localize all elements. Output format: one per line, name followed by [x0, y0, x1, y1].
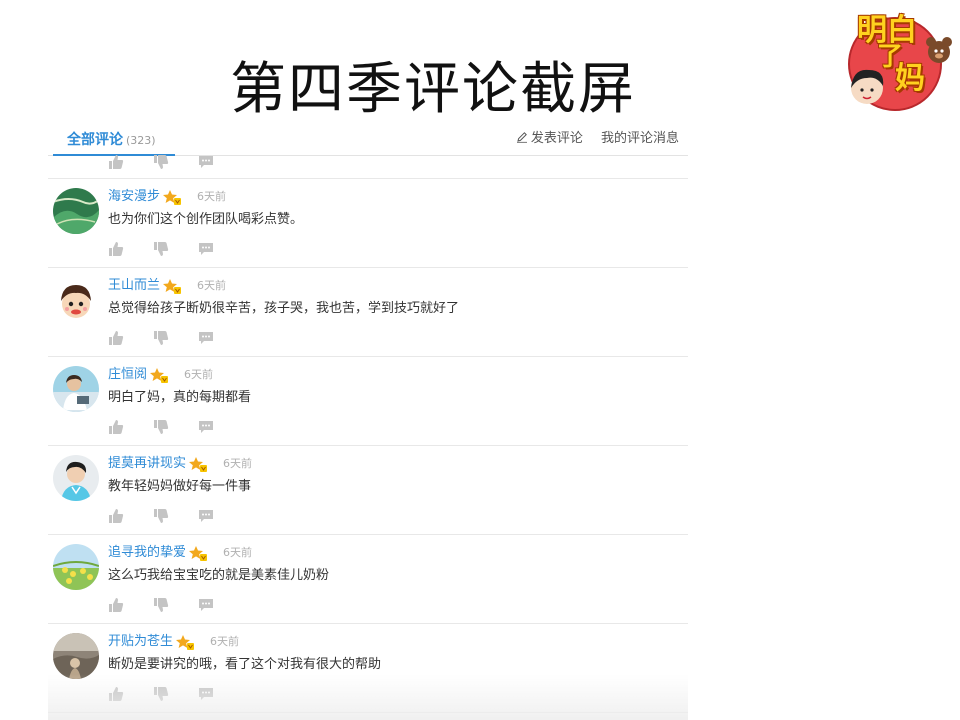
- comment-item: 提莫再讲现实 6天前 教年轻妈妈做好每一件事: [48, 446, 688, 535]
- username[interactable]: 海安漫步: [108, 188, 160, 206]
- comment-text: 教年轻妈妈做好每一件事: [108, 479, 252, 494]
- dislike-icon[interactable]: [153, 686, 169, 702]
- comment-item: 追寻我的挚爱 6天前 这么巧我给宝宝吃的就是美素佳儿奶粉: [48, 535, 688, 624]
- like-icon[interactable]: [108, 330, 124, 346]
- dislike-icon[interactable]: [153, 597, 169, 613]
- avatar[interactable]: [53, 633, 99, 679]
- comment-text: 这么巧我给宝宝吃的就是美素佳儿奶粉: [108, 568, 330, 583]
- comment-actions: [108, 241, 238, 257]
- avatar-image: [53, 277, 99, 323]
- comment-user-line: 庄恒阅 6天前: [108, 366, 213, 384]
- slide-title: 第四季评论截屏: [230, 57, 636, 122]
- username[interactable]: 提莫再讲现实: [108, 455, 186, 473]
- vip-badge-icon: [163, 190, 182, 205]
- comment-user-line: 王山而兰 6天前: [108, 277, 226, 295]
- comment-item: 庄恒阅 6天前 明白了妈，真的每期都看: [48, 357, 688, 446]
- write-comment-label: 发表评论: [530, 131, 583, 146]
- dislike-icon[interactable]: [153, 154, 169, 170]
- vip-badge-icon: [150, 368, 169, 383]
- avatar-image: [53, 544, 99, 590]
- vip-badge-icon: [189, 546, 208, 561]
- partial-comment-actions: [48, 154, 688, 179]
- reply-icon[interactable]: [198, 330, 214, 346]
- avatar-image: [53, 366, 99, 412]
- tab-all-comments[interactable]: 全部评论 (323): [53, 125, 175, 156]
- comment-user-line: 追寻我的挚爱 6天前: [108, 544, 252, 562]
- username[interactable]: 开贴为苍生: [108, 633, 173, 651]
- dislike-icon[interactable]: [153, 241, 169, 257]
- username[interactable]: 王山而兰: [108, 277, 160, 295]
- program-logo: 明白 了 妈: [843, 6, 955, 114]
- reply-icon[interactable]: [198, 597, 214, 613]
- comment-actions: [108, 686, 238, 702]
- comment-actions-right: 发表评论 我的评论消息: [516, 125, 679, 152]
- avatar-image: [53, 633, 99, 679]
- like-icon[interactable]: [108, 154, 124, 170]
- like-icon[interactable]: [108, 241, 124, 257]
- comment-user-line: 提莫再讲现实 6天前: [108, 455, 252, 473]
- like-icon[interactable]: [108, 597, 124, 613]
- comment-actions: [108, 597, 238, 613]
- avatar-image: [53, 455, 99, 501]
- comment-item: 王山而兰 6天前 总觉得给孩子断奶很辛苦，孩子哭，我也苦，学到技巧就好了: [48, 268, 688, 357]
- dislike-icon[interactable]: [153, 508, 169, 524]
- comment-time: 6天前: [223, 457, 253, 470]
- vip-badge-icon: [163, 279, 182, 294]
- username[interactable]: 庄恒阅: [108, 366, 147, 384]
- comments-panel: 全部评论 (323) 发表评论 我的评论消息 海安漫步 6天前 也为你们这个创作…: [48, 125, 688, 720]
- vip-badge-icon: [176, 635, 195, 650]
- tab-all-comments-label: 全部评论: [67, 132, 123, 148]
- pencil-icon: [516, 132, 527, 143]
- comment-actions: [108, 330, 238, 346]
- username[interactable]: 追寻我的挚爱: [108, 544, 186, 562]
- comment-actions: [108, 419, 238, 435]
- reply-icon[interactable]: [198, 154, 214, 170]
- comment-user-line: 开贴为苍生 6天前: [108, 633, 239, 651]
- avatar-image: [53, 188, 99, 234]
- vip-badge-icon: [189, 457, 208, 472]
- avatar[interactable]: [53, 455, 99, 501]
- comment-time: 6天前: [210, 635, 240, 648]
- my-comment-messages-link[interactable]: 我的评论消息: [601, 125, 679, 152]
- avatar[interactable]: [53, 277, 99, 323]
- comment-item: 开贴为苍生 6天前 断奶是要讲究的哦，看了这个对我有很大的帮助: [48, 624, 688, 713]
- comment-text: 也为你们这个创作团队喝彩点赞。: [108, 212, 304, 227]
- comment-text: 断奶是要讲究的哦，看了这个对我有很大的帮助: [108, 657, 382, 672]
- dislike-icon[interactable]: [153, 419, 169, 435]
- comment-text: 总觉得给孩子断奶很辛苦，孩子哭，我也苦，学到技巧就好了: [108, 301, 460, 316]
- write-comment-link[interactable]: 发表评论: [516, 125, 583, 152]
- comment-item: 海安漫步 6天前 也为你们这个创作团队喝彩点赞。: [48, 179, 688, 268]
- reply-icon[interactable]: [198, 686, 214, 702]
- comment-user-line: 海安漫步 6天前: [108, 188, 226, 206]
- reply-icon[interactable]: [198, 419, 214, 435]
- reply-icon[interactable]: [198, 508, 214, 524]
- like-icon[interactable]: [108, 686, 124, 702]
- like-icon[interactable]: [108, 508, 124, 524]
- comment-time: 6天前: [223, 546, 253, 559]
- avatar[interactable]: [53, 366, 99, 412]
- like-icon[interactable]: [108, 419, 124, 435]
- reply-icon[interactable]: [198, 241, 214, 257]
- logo-text-bottom: 妈: [895, 61, 925, 96]
- avatar[interactable]: [53, 188, 99, 234]
- comment-tabs-bar: 全部评论 (323) 发表评论 我的评论消息: [48, 125, 688, 156]
- comment-actions: [108, 508, 238, 524]
- avatar[interactable]: [53, 544, 99, 590]
- comment-time: 6天前: [197, 279, 227, 292]
- comment-time: 6天前: [184, 368, 214, 381]
- comment-time: 6天前: [197, 190, 227, 203]
- comment-text: 明白了妈，真的每期都看: [108, 390, 252, 405]
- dislike-icon[interactable]: [153, 330, 169, 346]
- comment-count: (323): [126, 134, 156, 147]
